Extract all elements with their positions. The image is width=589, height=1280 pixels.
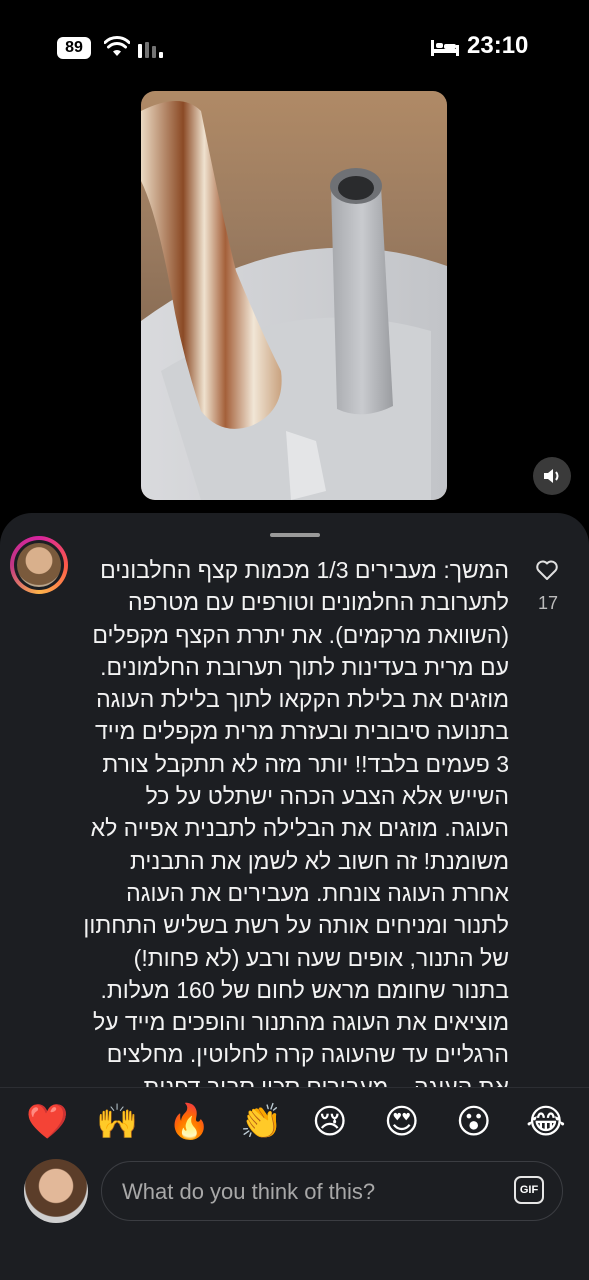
mute-toggle-button[interactable] [533, 457, 571, 495]
cake-batter-image [141, 91, 447, 500]
current-user-avatar [24, 1159, 88, 1223]
sheet-drag-handle[interactable] [270, 533, 320, 537]
comment-text: המשך: מעבירים 1/3 מכמות קצף החלבונים לתע… [78, 557, 509, 1164]
clock: 23:10 [467, 32, 529, 59]
commenter-avatar[interactable] [10, 536, 68, 594]
post-video[interactable] [141, 91, 447, 500]
reaction-heart-eyes[interactable]: 😍 [384, 1102, 419, 1142]
quick-reactions-bar: ❤️ 🙌 🔥 👏 😢 😍 😮 😂 [0, 1087, 589, 1158]
wifi-icon [104, 36, 130, 56]
battery-indicator: 89 [57, 37, 91, 59]
status-bar: 89 23:10 [0, 0, 589, 95]
reaction-surprised[interactable]: 😮 [456, 1102, 491, 1142]
like-count: 17 [538, 593, 559, 613]
speaker-icon [544, 469, 559, 483]
sleep-focus-icon [431, 40, 459, 56]
comment-input-container[interactable]: GIF [101, 1161, 563, 1221]
reaction-fire[interactable]: 🔥 [168, 1102, 210, 1142]
reaction-laughing[interactable]: 😂 [526, 1102, 566, 1142]
reaction-raised-hands[interactable]: 🙌 [96, 1102, 138, 1142]
cellular-signal-icon [138, 38, 168, 58]
reaction-crying[interactable]: 😢 [312, 1102, 347, 1142]
comment-composer: GIF [0, 1157, 589, 1280]
gif-button[interactable]: GIF [514, 1176, 544, 1204]
reaction-clapping[interactable]: 👏 [240, 1102, 282, 1142]
reaction-heart[interactable]: ❤️ [26, 1102, 68, 1142]
comment-input[interactable] [120, 1174, 504, 1210]
like-heart-icon[interactable] [535, 558, 559, 582]
